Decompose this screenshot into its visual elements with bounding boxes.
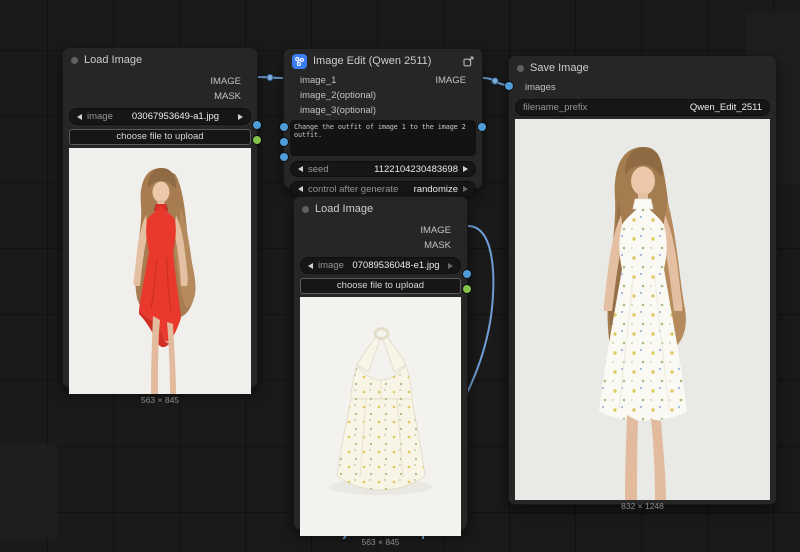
prompt-textarea[interactable]: Change the outfit of image 1 to the imag… (290, 120, 476, 156)
output-port-mask[interactable] (253, 136, 261, 144)
node-image-edit[interactable]: Image Edit (Qwen 2511) image_1 IMAGE ima… (280, 48, 486, 197)
node-load-image-1[interactable]: Load Image IMAGE MASK image 03067953649-… (62, 47, 261, 405)
input-label-image3: image_3(optional) (300, 105, 377, 116)
collapse-dot-icon[interactable] (517, 64, 524, 72)
image-size-label: 832 × 1248 (621, 501, 664, 511)
floral-dress-photo (300, 297, 461, 536)
node-title: Image Edit (Qwen 2511) (313, 55, 432, 67)
canvas-shade-bottom-left (0, 444, 57, 539)
node-title: Save Image (530, 62, 589, 74)
image-preview (515, 119, 770, 500)
output-label-image: IMAGE (420, 225, 451, 236)
next-arrow-icon[interactable] (238, 113, 243, 120)
image-select-widget[interactable]: image 03067953649-a1.jpg (69, 108, 251, 125)
prev-arrow-icon[interactable] (77, 113, 82, 120)
widget-value: 1122104230483698 (374, 163, 458, 175)
choose-file-button[interactable]: choose file to upload (69, 129, 251, 145)
output-port-mask[interactable] (463, 285, 471, 293)
prev-arrow-icon[interactable] (308, 262, 313, 269)
node-header[interactable]: Load Image (63, 48, 257, 70)
node-header[interactable]: Load Image (294, 197, 467, 219)
widget-value: randomize (413, 183, 458, 195)
widget-label: image (87, 111, 113, 122)
input-port-image2[interactable] (280, 138, 288, 146)
wire-midpoint-dot (491, 77, 499, 85)
node-header[interactable]: Save Image (509, 56, 776, 78)
output-port-image[interactable] (253, 121, 261, 129)
collapse-dot-icon[interactable] (71, 56, 78, 64)
output-label-image: IMAGE (435, 75, 466, 86)
qwen-api-badge-icon (292, 53, 307, 69)
input-label-image2: image_2(optional) (300, 90, 377, 101)
input-port-image1[interactable] (280, 123, 288, 131)
wire-midpoint-dot (266, 73, 274, 82)
image-select-widget[interactable]: image 07089536048-e1.jpg (300, 257, 461, 274)
input-label-image1: image_1 (300, 75, 337, 86)
image-size-label: 563 × 845 (361, 537, 400, 547)
widget-value: 07089536048-e1.jpg (352, 260, 440, 271)
seed-widget[interactable]: seed 1122104230483698 (290, 161, 476, 177)
image-preview (300, 297, 461, 536)
result-photo (515, 119, 770, 500)
widget-value: Qwen_Edit_2511 (689, 102, 762, 113)
next-arrow-icon[interactable] (448, 262, 453, 269)
choose-file-button[interactable]: choose file to upload (300, 278, 461, 294)
collapse-dot-icon[interactable] (302, 205, 309, 213)
output-label-mask: MASK (424, 240, 451, 251)
node-title: Load Image (315, 203, 374, 215)
output-port-image[interactable] (478, 123, 486, 131)
output-label-image: IMAGE (210, 76, 241, 87)
node-title: Load Image (84, 54, 143, 66)
widget-label: filename_prefix (523, 102, 588, 113)
output-label-mask: MASK (214, 91, 241, 102)
output-port-image[interactable] (463, 270, 471, 278)
widget-value: 03067953649-a1.jpg (131, 111, 220, 122)
red-dress-photo (69, 148, 251, 394)
open-external-icon[interactable] (463, 55, 474, 67)
decrement-arrow-icon[interactable] (298, 166, 303, 172)
input-label-images: images (525, 82, 556, 93)
prev-option-arrow-icon[interactable] (298, 186, 303, 192)
next-option-arrow-icon[interactable] (463, 186, 468, 192)
node-save-image[interactable]: Save Image images filename_prefix Qwen_E… (505, 55, 777, 511)
image-size-label: 563 × 845 (140, 395, 180, 405)
node-load-image-2[interactable]: Load Image IMAGE MASK image 07089536048-… (293, 196, 471, 547)
input-port-images[interactable] (505, 82, 513, 90)
widget-label: image (318, 260, 344, 271)
widget-label: seed (308, 163, 329, 175)
widget-label: control after generate (308, 183, 399, 195)
input-port-image3[interactable] (280, 153, 288, 161)
image-preview (69, 148, 251, 394)
filename-prefix-widget[interactable]: filename_prefix Qwen_Edit_2511 (515, 99, 770, 116)
node-header[interactable]: Image Edit (Qwen 2511) (284, 49, 482, 71)
increment-arrow-icon[interactable] (463, 166, 468, 172)
wire-load1-to-image1 (257, 76, 284, 79)
control-after-generate-widget[interactable]: control after generate randomize (290, 181, 476, 197)
